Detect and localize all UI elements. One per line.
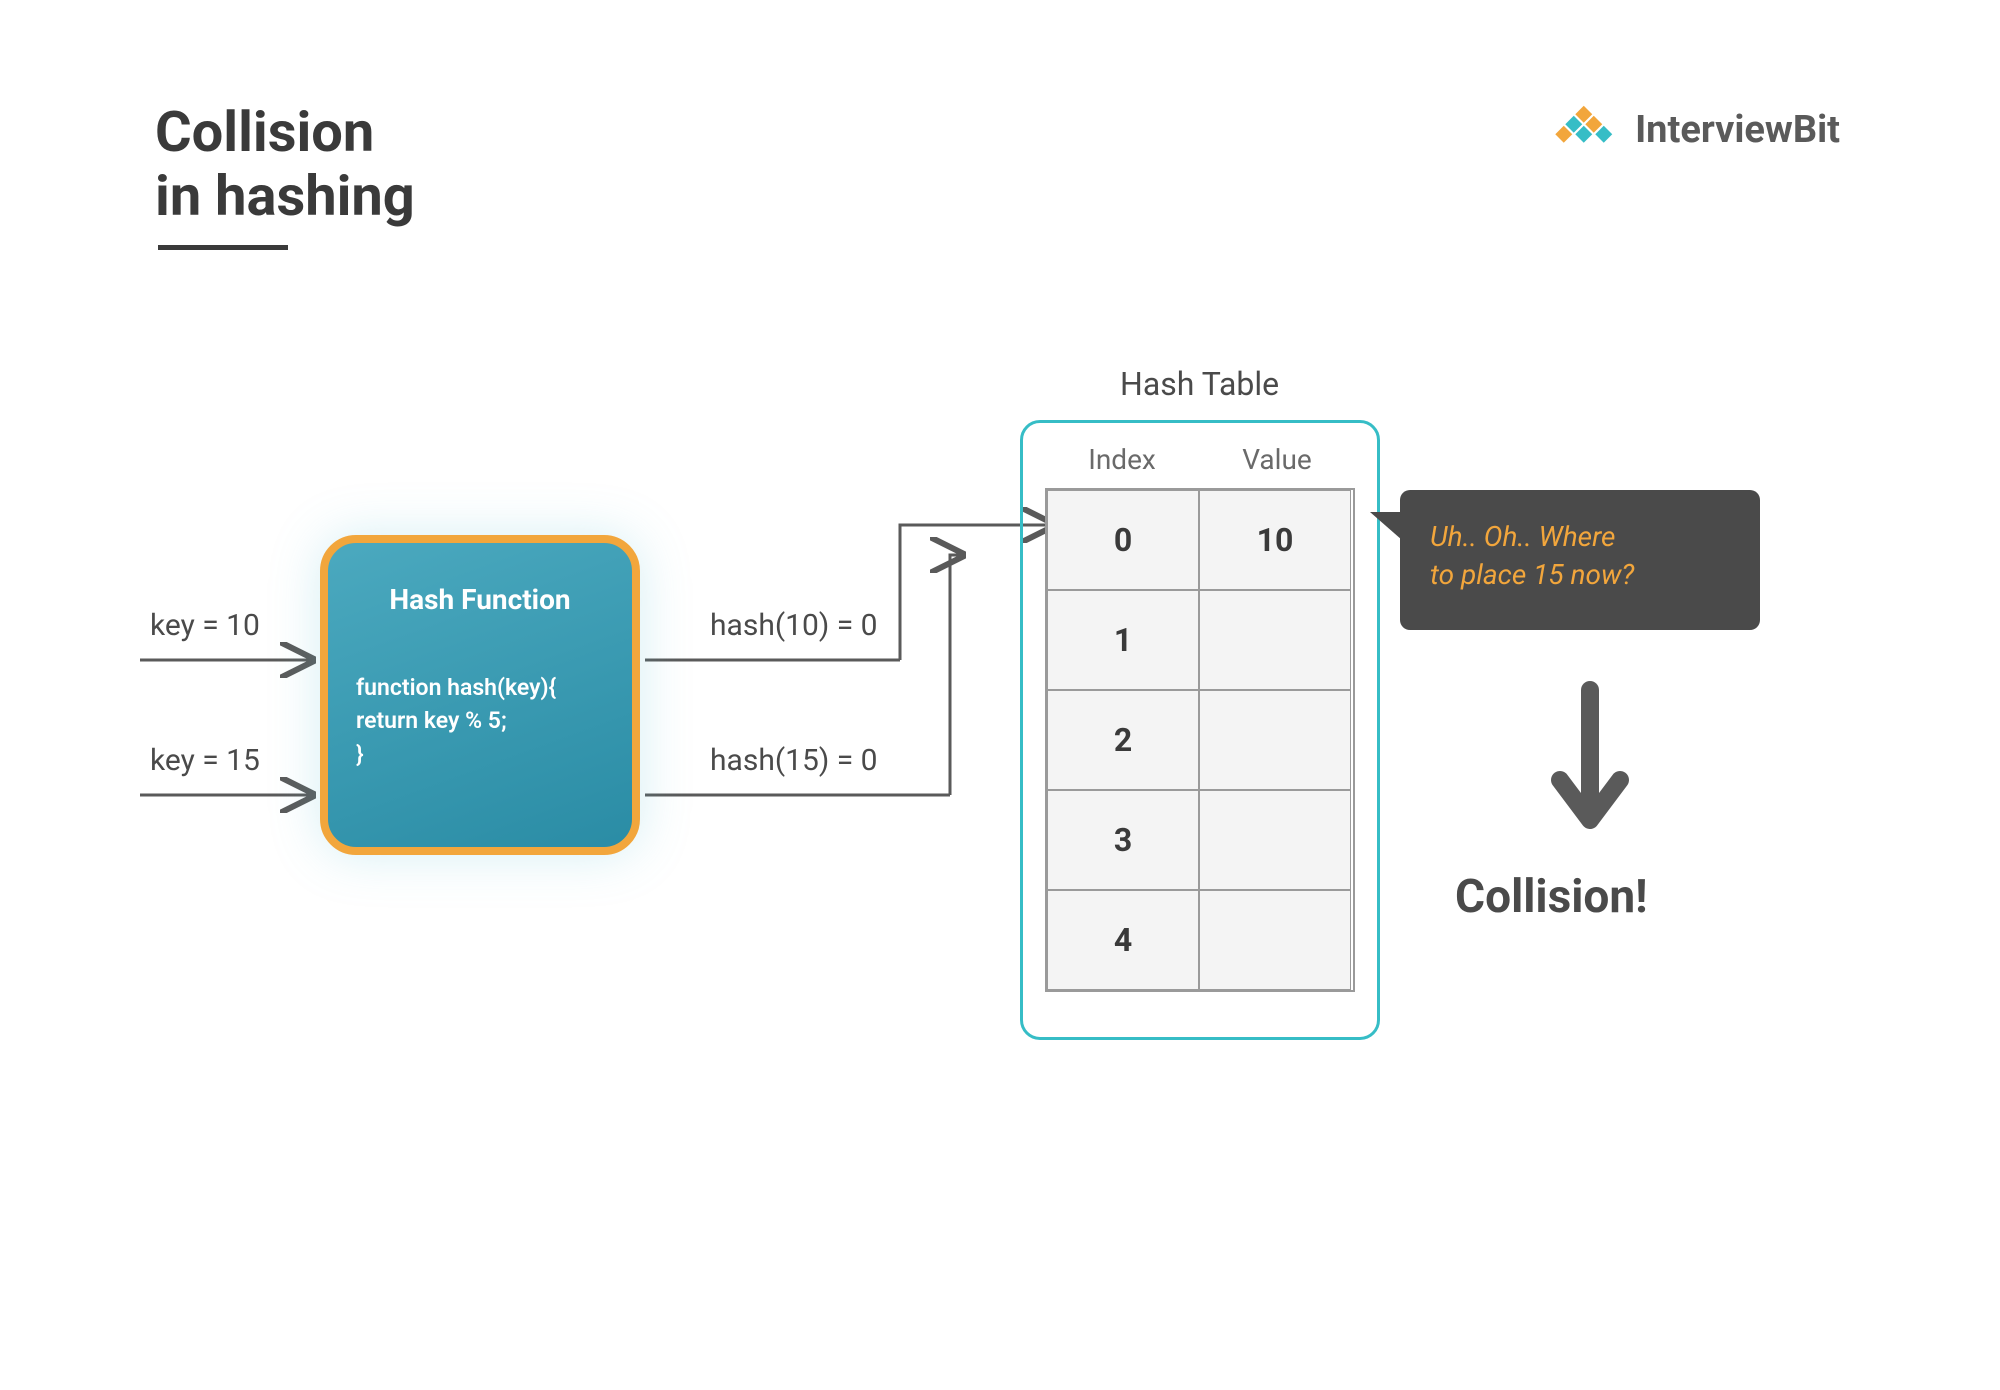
speech-bubble: Uh.. Oh.. Where to place 15 now? [1400,490,1760,630]
speech-line-1: Uh.. Oh.. Where [1430,520,1615,553]
hash-table-title: Hash Table [1120,365,1279,403]
cell-index: 0 [1047,490,1199,590]
table-row: 3 [1047,790,1353,890]
down-arrow-icon [1540,680,1640,840]
cell-index: 3 [1047,790,1199,890]
cell-value [1199,690,1351,790]
cell-value [1199,590,1351,690]
cell-index: 1 [1047,590,1199,690]
cell-value [1199,890,1351,990]
header-index: Index [1088,443,1156,476]
speech-line-2: to place 15 now? [1430,558,1634,591]
brand: InterviewBit [1553,105,1840,155]
cell-value [1199,790,1351,890]
page-title: Collision in hashing [155,100,415,229]
cell-index: 4 [1047,890,1199,990]
table-row: 1 [1047,590,1353,690]
title-line-2: in hashing [155,163,415,229]
input-key-2: key = 15 [150,743,260,778]
table-row: 2 [1047,690,1353,790]
cell-value: 10 [1199,490,1351,590]
header-value: Value [1242,443,1312,476]
title-line-1: Collision [155,99,374,165]
cell-index: 2 [1047,690,1199,790]
brand-logo-icon [1553,105,1623,155]
hash-function-box: Hash Function function hash(key){ return… [320,535,640,855]
title-underline [158,245,288,250]
hash-output-1: hash(10) = 0 [710,608,878,643]
table-row: 0 10 [1047,490,1353,590]
input-key-1: key = 10 [150,608,260,643]
hash-table: Index Value 0 10 1 2 3 4 [1020,420,1380,1040]
hash-table-headers: Index Value [1045,443,1355,476]
hash-function-title: Hash Function [356,583,604,616]
hash-function-code: function hash(key){ return key % 5; } [356,671,604,771]
hash-table-body: 0 10 1 2 3 4 [1045,488,1355,992]
collision-label: Collision! [1455,870,1648,924]
hash-output-2: hash(15) = 0 [710,743,878,778]
table-row: 4 [1047,890,1353,990]
brand-name: InterviewBit [1635,108,1840,152]
